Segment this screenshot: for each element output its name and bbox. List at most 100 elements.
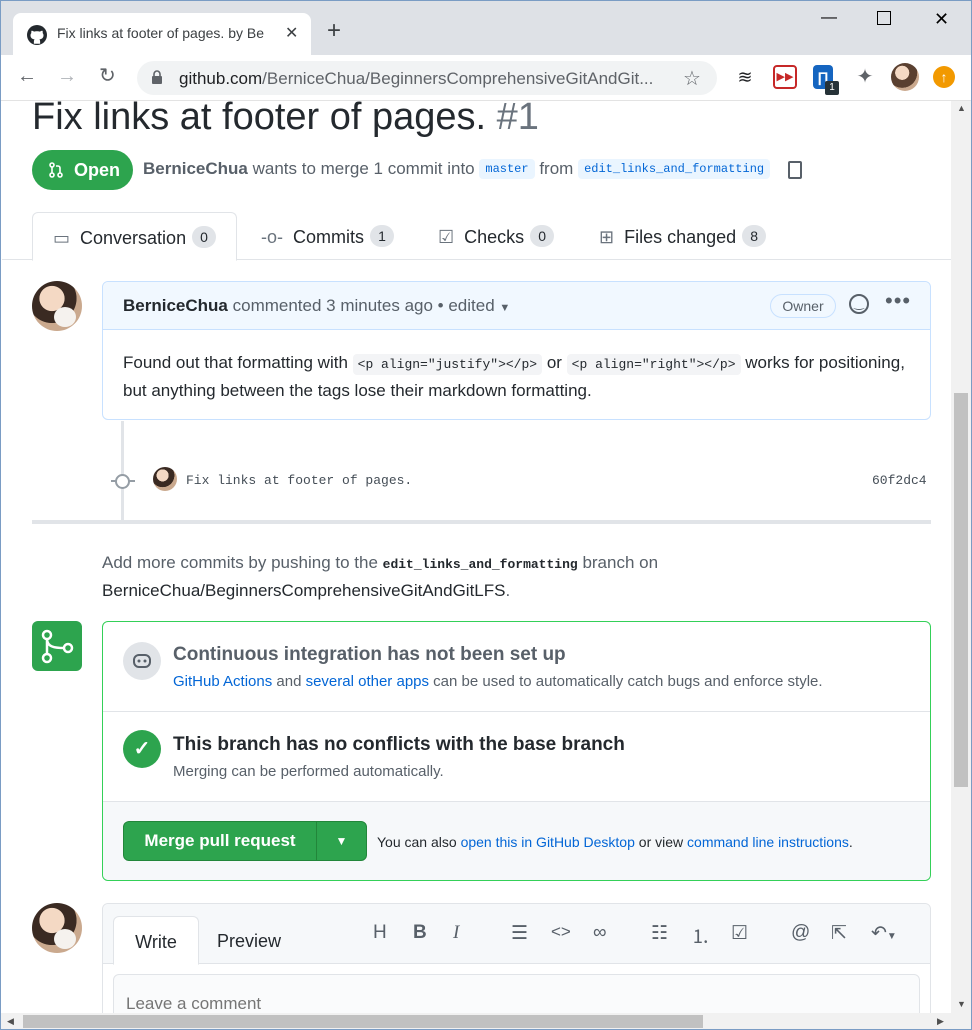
task-list-icon[interactable]: ☑ — [731, 922, 748, 945]
github-logo-icon — [27, 25, 47, 45]
scroll-up-icon[interactable]: ▲ — [957, 103, 966, 113]
scroll-down-icon[interactable]: ▼ — [957, 999, 966, 1009]
bookmark-star-icon[interactable]: ☆ — [683, 66, 701, 91]
robot-icon — [123, 642, 161, 680]
cross-reference-icon[interactable]: ⇱ — [831, 922, 847, 945]
tab-preview[interactable]: Preview — [209, 916, 289, 965]
scroll-right-icon[interactable]: ▶ — [937, 1016, 944, 1027]
unordered-list-icon[interactable]: ☷ — [651, 922, 668, 945]
minimize-icon[interactable]: — — [821, 9, 837, 27]
git-merge-icon — [32, 621, 82, 671]
commit-message-link[interactable]: Fix links at footer of pages. — [186, 473, 412, 488]
avatar[interactable] — [32, 281, 82, 331]
link-icon[interactable]: ∞ — [593, 922, 607, 944]
italic-icon[interactable]: I — [453, 922, 459, 944]
conflict-title: This branch has no conflicts with the ba… — [173, 734, 625, 755]
quote-icon[interactable]: ☰ — [511, 922, 528, 945]
comment-header: BerniceChua commented 3 minutes ago • ed… — [103, 282, 930, 330]
scroll-left-icon[interactable]: ◀ — [7, 1016, 14, 1027]
tab-conversation[interactable]: ▭ Conversation 0 — [32, 212, 238, 261]
pull-request-page: Fix links at footer of pages. #1 Open Be… — [2, 101, 951, 1013]
comment-discussion-icon: ▭ — [53, 228, 71, 248]
layers-extension-icon[interactable]: ≋ — [733, 65, 757, 89]
reply-icon[interactable]: ↶▼ — [871, 922, 897, 945]
chevron-down-icon[interactable]: ▼ — [499, 302, 510, 314]
comment-body: Found out that formatting with <p align=… — [123, 353, 905, 400]
vertical-scrollbar[interactable]: ▲ ▼ — [951, 101, 971, 1013]
ci-section: Continuous integration has not been set … — [103, 622, 930, 712]
check-icon: ✓ — [123, 730, 161, 768]
close-tab-icon[interactable]: ✕ — [285, 23, 298, 43]
ci-description: GitHub Actions and several other apps ca… — [173, 673, 823, 690]
timeline-line — [121, 421, 124, 521]
browser-tab[interactable]: Fix links at footer of pages. by Be ✕ — [13, 13, 311, 55]
ci-title: Continuous integration has not been set … — [173, 644, 566, 665]
browser-toolbar: ← → ↻ github.com/BerniceChua/BeginnersCo… — [1, 55, 971, 101]
checklist-icon: ☑ — [438, 227, 455, 247]
address-bar[interactable]: github.com/BerniceChua/BeginnersComprehe… — [137, 61, 717, 95]
vertical-scroll-thumb[interactable] — [954, 393, 968, 787]
other-apps-link[interactable]: several other apps — [306, 673, 429, 690]
status-badge: Open — [32, 150, 133, 190]
branch-name: edit_links_and_formatting — [382, 557, 578, 572]
command-line-link[interactable]: command line instructions — [687, 834, 849, 850]
maximize-icon[interactable] — [877, 11, 891, 25]
conflict-subtitle: Merging can be performed automatically. — [173, 763, 444, 780]
base-branch[interactable]: master — [479, 159, 535, 179]
back-icon[interactable]: ← — [17, 65, 37, 87]
smiley-reaction-icon[interactable]: ‿ — [849, 294, 869, 314]
github-actions-link[interactable]: GitHub Actions — [173, 673, 272, 690]
comment-author-link[interactable]: BerniceChua — [123, 296, 228, 315]
horizontal-scrollbar[interactable]: ◀ ▶ — [1, 1013, 971, 1029]
push-instructions: Add more commits by pushing to the edit_… — [102, 553, 659, 600]
avatar[interactable] — [32, 903, 82, 953]
close-window-icon[interactable]: ✕ — [934, 9, 949, 30]
tab-strip: Fix links at footer of pages. by Be ✕ + … — [1, 1, 971, 55]
clipboard-icon[interactable] — [788, 161, 802, 179]
repo-name: BerniceChua/BeginnersComprehensiveGitAnd… — [102, 581, 506, 600]
merge-button-group: Merge pull request ▼ — [123, 821, 367, 861]
ordered-list-icon[interactable]: ⒈ — [691, 922, 710, 949]
editor-header: Write Preview H B I ☰ <> ∞ ☷ ⒈ ☑ @ ⇱ ↶▼ — [103, 904, 930, 965]
tab-title: Fix links at footer of pages. by Be — [57, 25, 264, 41]
tab-files-changed[interactable]: ⊞ Files changed 8 — [599, 212, 767, 260]
horizontal-scroll-thumb[interactable] — [23, 1015, 703, 1028]
new-tab-icon[interactable]: + — [327, 19, 341, 43]
owner-badge: Owner — [770, 294, 836, 318]
head-branch[interactable]: edit_links_and_formatting — [578, 159, 771, 179]
tab-commits[interactable]: -o- Commits 1 — [261, 212, 394, 260]
merge-alternatives: You can also open this in GitHub Desktop… — [377, 834, 853, 850]
conflict-section: ✓ This branch has no conflicts with the … — [103, 712, 930, 802]
merge-pull-request-button[interactable]: Merge pull request — [124, 822, 316, 860]
url-text: github.com/BerniceChua/BeginnersComprehe… — [179, 69, 654, 88]
tab-checks[interactable]: ☑ Checks 0 — [438, 212, 555, 260]
heading-icon[interactable]: H — [373, 922, 387, 944]
profile-avatar[interactable] — [891, 63, 919, 91]
page-title: Fix links at footer of pages. #1 — [32, 101, 539, 138]
merge-actions: Merge pull request ▼ You can also open t… — [103, 802, 930, 880]
commit-avatar[interactable] — [153, 467, 177, 491]
forward-icon[interactable]: → — [57, 65, 77, 87]
kebab-menu-icon[interactable]: ••• — [885, 288, 911, 314]
open-desktop-link[interactable]: open this in GitHub Desktop — [461, 834, 635, 850]
mention-icon[interactable]: @ — [791, 922, 810, 944]
update-arrow-icon[interactable]: ↑ — [933, 66, 955, 88]
comment-card: BerniceChua commented 3 minutes ago • ed… — [102, 281, 931, 420]
extension-badge: 1 — [825, 81, 839, 95]
merge-box: Continuous integration has not been set … — [102, 621, 931, 881]
code-icon[interactable]: <> — [551, 922, 571, 942]
new-comment-box: Write Preview H B I ☰ <> ∞ ☷ ⒈ ☑ @ ⇱ ↶▼ — [102, 903, 931, 1013]
merge-options-caret-icon[interactable]: ▼ — [316, 822, 366, 860]
bold-icon[interactable]: B — [413, 922, 427, 944]
pr-author-link[interactable]: BerniceChua — [143, 159, 248, 178]
tab-write[interactable]: Write — [113, 916, 199, 965]
reload-icon[interactable]: ↻ — [99, 65, 116, 87]
git-commit-icon: -o- — [261, 227, 283, 247]
pr-meta: BerniceChua wants to merge 1 commit into… — [143, 159, 771, 179]
puzzle-extensions-icon[interactable]: ✦ — [853, 65, 877, 89]
fastforward-extension-icon[interactable]: ▶▶ — [773, 65, 797, 89]
comment-input[interactable] — [113, 974, 920, 1013]
comment-author-line: BerniceChua commented 3 minutes ago • ed… — [123, 296, 511, 315]
git-commit-icon — [115, 474, 130, 489]
commit-sha-link[interactable]: 60f2dc4 — [872, 473, 927, 488]
